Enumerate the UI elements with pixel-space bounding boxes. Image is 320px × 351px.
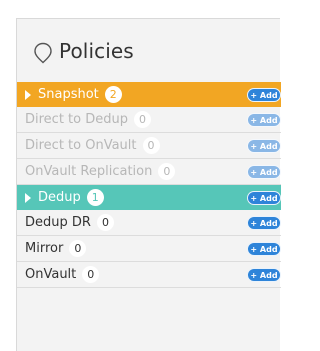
count-badge: 1 (86, 189, 104, 206)
policy-label: Direct to OnVault (25, 138, 137, 153)
policy-row-mirror[interactable]: Mirror 0 + Add (17, 236, 281, 262)
policy-list: Snapshot 2 + Add Direct to Dedup 0 + Add… (17, 82, 281, 288)
count-badge: 0 (158, 163, 176, 180)
count-badge: 0 (142, 137, 160, 154)
group-label: Snapshot (38, 87, 99, 102)
policy-row-dedup-dr[interactable]: Dedup DR 0 + Add (17, 210, 281, 236)
add-button[interactable]: + Add (247, 191, 281, 205)
policy-label: OnVault Replication (25, 164, 153, 179)
policy-label: OnVault (25, 267, 77, 282)
policy-row-onvault[interactable]: OnVault 0 + Add (17, 262, 281, 288)
add-button[interactable]: + Add (247, 88, 281, 102)
policy-label: Direct to Dedup (25, 112, 128, 127)
page: Policies Snapshot 2 + Add Direct to Dedu… (0, 0, 281, 351)
panel-header: Policies (17, 19, 280, 82)
policy-row-direct-to-dedup[interactable]: Direct to Dedup 0 + Add (17, 107, 281, 133)
caret-right-icon[interactable] (25, 192, 31, 203)
location-pin-outline-icon (34, 42, 52, 63)
caret-right-icon[interactable] (25, 89, 31, 100)
count-badge: 0 (96, 214, 114, 231)
add-button[interactable]: + Add (247, 165, 281, 179)
add-button[interactable]: + Add (247, 139, 281, 153)
policy-label: Dedup DR (25, 215, 91, 230)
count-badge: 0 (82, 266, 100, 283)
count-badge: 2 (104, 86, 122, 103)
count-badge: 0 (134, 111, 151, 128)
group-label: Dedup (38, 190, 81, 205)
add-button[interactable]: + Add (247, 268, 281, 282)
count-badge: 0 (69, 240, 87, 257)
add-button[interactable]: + Add (247, 113, 281, 127)
policy-row-direct-to-onvault[interactable]: Direct to OnVault 0 + Add (17, 133, 281, 159)
group-row-dedup[interactable]: Dedup 1 + Add (17, 185, 281, 210)
panel-title: Policies (59, 38, 134, 63)
policy-label: Mirror (25, 241, 64, 256)
group-row-snapshot[interactable]: Snapshot 2 + Add (17, 82, 281, 107)
policies-panel: Policies Snapshot 2 + Add Direct to Dedu… (16, 18, 281, 351)
add-button[interactable]: + Add (247, 216, 281, 230)
policy-row-onvault-replication[interactable]: OnVault Replication 0 + Add (17, 159, 281, 185)
add-button[interactable]: + Add (247, 242, 281, 256)
